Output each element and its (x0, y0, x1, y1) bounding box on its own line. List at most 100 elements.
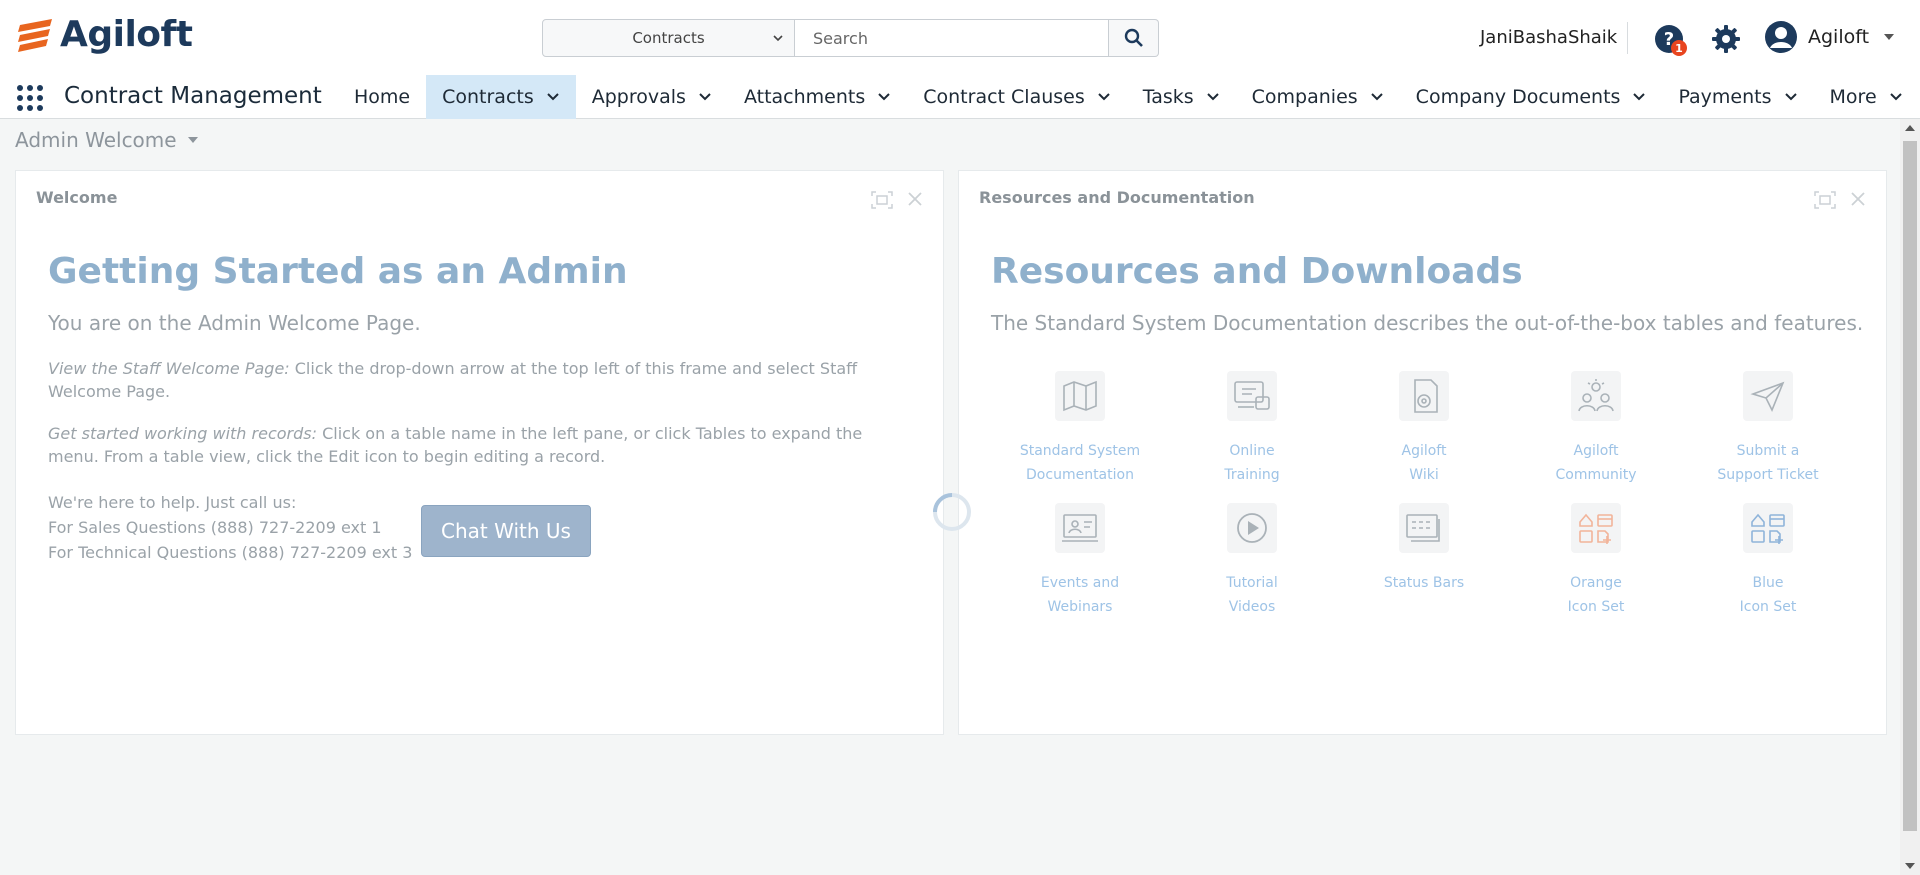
resource-label: Documentation (1026, 467, 1134, 483)
welcome-panel: Welcome Getting Started as an Admin You … (15, 170, 944, 735)
nav-tab-companies[interactable]: Companies (1236, 75, 1400, 119)
chevron-down-icon (1206, 93, 1219, 101)
user-name[interactable]: JaniBashaShaik (1480, 27, 1617, 48)
nav-tab-attachments[interactable]: Attachments (728, 75, 907, 119)
close-icon[interactable] (907, 191, 923, 207)
blue-icon-set-icon (1751, 513, 1785, 544)
app-launcher-icon[interactable] (16, 84, 44, 112)
nav-tab-label: Approvals (591, 86, 686, 108)
nav-tab-more[interactable]: More (1814, 75, 1919, 119)
nav-tab-approvals[interactable]: Approvals (576, 75, 728, 119)
resource-online-training[interactable]: Online Training (1166, 371, 1338, 487)
contact-info: We're here to help. Just call us: For Sa… (48, 490, 412, 565)
resource-agiloft-wiki[interactable]: Agiloft Wiki (1338, 371, 1510, 487)
main-navbar: Contract Management Home Contracts Appro… (0, 72, 1920, 119)
resource-status-bars[interactable]: Status Bars (1338, 503, 1510, 619)
resources-grid: Standard System Documentation Online Train… (994, 371, 1854, 619)
nav-tab-label: Contracts (442, 86, 534, 108)
gear-icon[interactable] (1711, 24, 1741, 54)
table-select-dropdown[interactable]: Contracts (542, 19, 795, 57)
training-icon (1234, 381, 1270, 410)
resource-label: Icon Set (1739, 599, 1797, 615)
nav-tab-label: Payments (1678, 86, 1772, 108)
scrollbar-thumb[interactable] (1903, 141, 1917, 831)
table-select-value: Contracts (632, 29, 705, 47)
nav-tab-label: Attachments (743, 86, 866, 108)
close-icon[interactable] (1850, 191, 1866, 207)
resource-label: Agiloft (1573, 443, 1619, 459)
maximize-icon[interactable] (871, 191, 893, 209)
resource-blue-icon-set[interactable]: Blue Icon Set (1682, 503, 1854, 619)
welcome-heading: Getting Started as an Admin (48, 251, 628, 292)
chat-with-us-button[interactable]: Chat With Us (421, 505, 591, 557)
scroll-up-arrow-icon[interactable] (1905, 125, 1915, 131)
resource-orange-icon-set[interactable]: Orange Icon Set (1510, 503, 1682, 619)
resource-agiloft-community[interactable]: Agiloft Community (1510, 371, 1682, 487)
chevron-down-icon (1889, 93, 1902, 101)
chevron-down-icon (547, 93, 559, 101)
nav-tab-tasks[interactable]: Tasks (1127, 75, 1236, 119)
top-header: Agiloft Contracts JaniBashaShaik ? 1 Ag (0, 0, 1920, 72)
panel-title: Welcome (36, 188, 118, 207)
user-avatar-icon (1765, 21, 1797, 53)
panel-title: Resources and Documentation (979, 188, 1255, 207)
logo-mark-icon (18, 18, 52, 52)
chevron-down-icon (773, 35, 783, 42)
instruction-staff-page: View the Staff Welcome Page: Click the d… (48, 357, 918, 403)
nav-tab-label: Home (354, 86, 411, 108)
resource-label: Videos (1228, 599, 1276, 615)
resource-label: Wiki (1409, 467, 1439, 483)
instruction-records: Get started working with records: Click … (48, 422, 918, 468)
page-title: Admin Welcome (15, 128, 177, 152)
nav-tab-contracts[interactable]: Contracts (426, 75, 576, 119)
resource-label: Submit a (1736, 443, 1800, 459)
tech-phone: For Technical Questions (888) 727-2209 e… (48, 543, 413, 562)
resource-tutorial-videos[interactable]: Tutorial Videos (1166, 503, 1338, 619)
help-notification-badge: 1 (1671, 40, 1687, 56)
nav-tab-contract-clauses[interactable]: Contract Clauses (907, 75, 1127, 119)
chevron-down-icon (1784, 93, 1797, 101)
page-selector[interactable]: Admin Welcome (15, 128, 199, 152)
status-bars-icon (1406, 514, 1440, 542)
caret-down-icon (187, 137, 198, 143)
app-name: Contract Management (64, 83, 322, 109)
search-button[interactable] (1109, 19, 1159, 57)
resource-support-ticket[interactable]: Submit a Support Ticket (1682, 371, 1854, 487)
search-icon (1124, 28, 1143, 47)
chevron-down-icon (1098, 93, 1110, 101)
search-bar: Contracts (542, 19, 1159, 57)
resource-standard-docs[interactable]: Standard System Documentation (994, 371, 1166, 487)
resource-events-webinars[interactable]: Events and Webinars (994, 503, 1166, 619)
instruction-lead: Get started working with records: (48, 424, 317, 443)
logo-text: Agiloft (60, 14, 193, 55)
account-label: Agiloft (1808, 26, 1870, 48)
agiloft-logo[interactable]: Agiloft (16, 14, 193, 55)
header-divider (1627, 22, 1628, 54)
community-icon (1578, 379, 1614, 412)
caret-down-icon (1884, 34, 1895, 40)
resource-label: Online (1229, 443, 1275, 459)
welcome-subheading: You are on the Admin Welcome Page. (48, 311, 421, 335)
maximize-icon[interactable] (1814, 191, 1836, 209)
nav-tab-home[interactable]: Home (338, 75, 426, 119)
resources-subheading: The Standard System Documentation descri… (991, 311, 1864, 335)
scroll-down-arrow-icon[interactable] (1905, 863, 1915, 869)
sales-phone: For Sales Questions (888) 727-2209 ext 1 (48, 518, 382, 537)
resource-label: Standard System (1019, 443, 1141, 459)
nav-tab-payments[interactable]: Payments (1662, 75, 1813, 119)
search-input[interactable] (795, 19, 1109, 57)
resource-label: Events and (1040, 575, 1120, 591)
wiki-icon (1414, 379, 1438, 413)
nav-tab-company-documents[interactable]: Company Documents (1400, 75, 1663, 119)
contact-intro: We're here to help. Just call us: (48, 493, 297, 512)
webinar-icon (1062, 514, 1098, 542)
page-scrollbar[interactable] (1900, 119, 1920, 875)
paper-plane-icon (1750, 381, 1785, 412)
panel-controls (871, 191, 923, 209)
nav-tab-label: Tasks (1142, 86, 1194, 108)
chevron-down-icon (699, 93, 711, 101)
orange-icon-set-icon (1579, 513, 1613, 544)
account-menu[interactable]: Agiloft (1764, 20, 1895, 54)
nav-tab-label: More (1829, 86, 1877, 108)
resource-label: Icon Set (1567, 599, 1625, 615)
